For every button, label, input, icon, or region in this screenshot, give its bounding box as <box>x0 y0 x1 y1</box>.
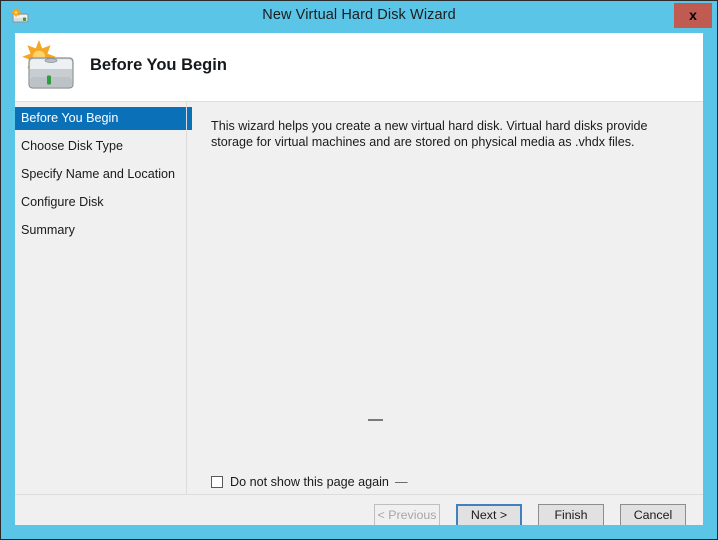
intro-paragraph: This wizard helps you create a new virtu… <box>211 119 648 149</box>
wizard-steps-nav: Before You Begin Choose Disk Type Specif… <box>15 102 192 494</box>
sidebar-item-summary[interactable]: Summary <box>15 219 186 242</box>
content-placeholder-mark <box>368 419 383 421</box>
wizard-body: Before You Begin Choose Disk Type Specif… <box>15 102 703 494</box>
hard-disk-new-large-icon <box>19 36 83 96</box>
sidebar-item-configure-disk[interactable]: Configure Disk <box>15 191 186 214</box>
window-title: New Virtual Hard Disk Wizard <box>262 7 456 23</box>
do-not-show-row: Do not show this page again — <box>211 475 408 489</box>
next-button[interactable]: Next > <box>456 504 522 525</box>
sidebar-item-specify-name-and-location[interactable]: Specify Name and Location <box>15 163 186 186</box>
sidebar-item-before-you-begin[interactable]: Before You Begin <box>15 107 192 130</box>
do-not-show-trailing-mark: — <box>394 475 408 489</box>
client-area: Before You Begin Before You Begin Choose… <box>15 33 703 525</box>
title-bar: New Virtual Hard Disk Wizard x <box>1 1 717 31</box>
wizard-footer: < Previous Next > Finish Cancel <box>15 494 703 525</box>
previous-button[interactable]: < Previous <box>374 504 440 525</box>
close-button[interactable]: x <box>674 3 712 28</box>
wizard-header: Before You Begin <box>15 33 703 102</box>
do-not-show-label[interactable]: Do not show this page again <box>230 475 389 489</box>
page-title: Before You Begin <box>90 56 227 74</box>
sidebar-item-choose-disk-type[interactable]: Choose Disk Type <box>15 135 186 158</box>
finish-button[interactable]: Finish <box>538 504 604 525</box>
do-not-show-checkbox[interactable] <box>211 476 223 488</box>
cancel-button[interactable]: Cancel <box>620 504 686 525</box>
wizard-window: New Virtual Hard Disk Wizard x Before Yo… <box>0 0 718 540</box>
wizard-content: This wizard helps you create a new virtu… <box>187 102 703 494</box>
